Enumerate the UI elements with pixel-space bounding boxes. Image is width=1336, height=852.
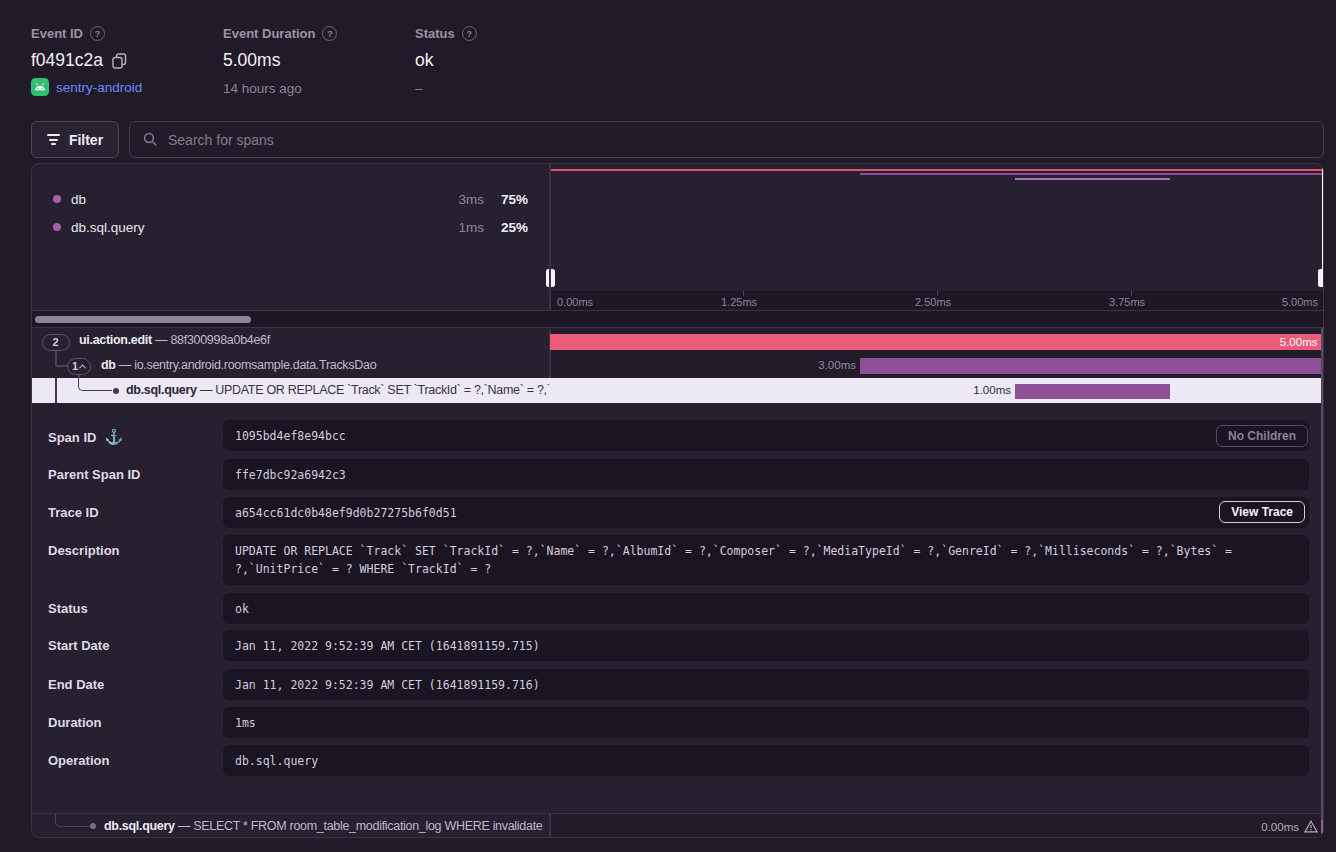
- legend-row[interactable]: db 3ms 75%: [32, 191, 528, 207]
- time-axis: 0.00ms 1.25ms 2.50ms 3.75ms 5.00ms: [549, 291, 1324, 311]
- span-children-badge[interactable]: 2: [42, 334, 70, 352]
- duration-value: 1ms: [223, 707, 1309, 738]
- status-sub: –: [415, 81, 423, 96]
- project-link[interactable]: sentry-android: [56, 80, 142, 95]
- filter-button[interactable]: Filter: [31, 121, 119, 158]
- parent-span-id-value: ffe7dbc92a6942c3: [223, 459, 1309, 490]
- legend-row[interactable]: db.sql.query 1ms 25%: [32, 219, 528, 235]
- anchor-icon[interactable]: ⚓: [104, 428, 123, 446]
- span-bar-purple[interactable]: [1015, 384, 1170, 399]
- span-row-db-sql-query-selected[interactable]: db.sql.query — UPDATE OR REPLACE `Track`…: [32, 378, 1324, 403]
- status-detail-value: ok: [223, 593, 1309, 624]
- event-id-label: Event ID?: [31, 26, 105, 41]
- span-children-badge[interactable]: 1: [67, 358, 91, 376]
- detail-row-operation: Operation db.sql.query: [32, 745, 1324, 776]
- operation-value: db.sql.query: [223, 745, 1309, 776]
- zero-duration-bar: [1321, 820, 1324, 833]
- minimap-span-purple: [860, 173, 1324, 176]
- detail-row-trace-id: Trace ID a654cc61dc0b48ef9d0b27275b6f0d5…: [32, 497, 1324, 528]
- detail-row-end-date: End Date Jan 11, 2022 9:52:39 AM CET (16…: [32, 669, 1324, 700]
- warning-icon: [1304, 820, 1318, 833]
- legend-dot: [53, 195, 61, 203]
- detail-row-parent-span-id: Parent Span ID ffe7dbc92a6942c3: [32, 459, 1324, 490]
- search-placeholder: Search for spans: [168, 132, 274, 148]
- detail-row-duration: Duration 1ms: [32, 707, 1324, 738]
- event-duration-block: Event Duration? 5.00ms 14 hours ago: [223, 26, 337, 41]
- start-date-value: Jan 11, 2022 9:52:39 AM CET (1641891159.…: [223, 630, 1309, 661]
- span-row-ui-action-edit[interactable]: 2 ui.action.edit — 88f300998a0b4e6f 5.00…: [32, 328, 1324, 353]
- event-id-block: Event ID? f0491c2a sentry-android: [31, 26, 105, 41]
- event-id-value: f0491c2a: [31, 50, 127, 71]
- trace-view: db 3ms 75% db.sql.query 1ms 25% 0.00ms 1…: [31, 163, 1324, 838]
- filter-icon: [47, 134, 60, 145]
- no-children-button[interactable]: No Children: [1216, 425, 1308, 447]
- chevron-up-icon: [79, 364, 86, 371]
- end-date-value: Jan 11, 2022 9:52:39 AM CET (1641891159.…: [223, 669, 1309, 700]
- detail-row-status: Status ok: [32, 593, 1324, 624]
- status-label: Status?: [415, 26, 477, 41]
- pane-divider[interactable]: [549, 164, 551, 311]
- span-row-db[interactable]: 1 db — io.sentry.android.roomsample.data…: [32, 353, 1324, 378]
- detail-row-start-date: Start Date Jan 11, 2022 9:52:39 AM CET (…: [32, 630, 1324, 661]
- horizontal-scrollbar-thumb[interactable]: [35, 316, 251, 323]
- trace-id-value: a654cc61dc0b48ef9d0b27275b6f0d51: [223, 497, 1309, 528]
- status-block: Status? ok –: [415, 26, 477, 41]
- help-icon[interactable]: ?: [90, 26, 105, 41]
- detail-row-description: Description UPDATE OR REPLACE `Track` SE…: [32, 535, 1324, 585]
- view-trace-button[interactable]: View Trace: [1219, 501, 1305, 523]
- span-bar-red[interactable]: 5.00ms: [550, 334, 1324, 350]
- legend-dot: [53, 223, 61, 231]
- search-icon: [143, 132, 158, 147]
- android-project-icon: [31, 78, 49, 96]
- span-duration-zero: 0.00ms: [1261, 814, 1318, 838]
- event-duration-ago: 14 hours ago: [223, 81, 302, 96]
- help-icon[interactable]: ?: [322, 26, 337, 41]
- event-duration-value: 5.00ms: [223, 50, 280, 71]
- span-bar-purple[interactable]: [860, 358, 1324, 374]
- status-value: ok: [415, 50, 433, 71]
- search-input[interactable]: Search for spans: [129, 121, 1324, 158]
- help-icon[interactable]: ?: [462, 26, 477, 41]
- detail-row-span-id: Span ID⚓ 1095bd4ef8e94bcc No Children: [32, 420, 1324, 451]
- horizontal-scrollbar: [32, 311, 1324, 328]
- minimap-span-lightpurple: [1015, 178, 1170, 181]
- minimap-span-red: [551, 169, 1324, 172]
- minimap-left-handle-grip[interactable]: [546, 269, 555, 287]
- description-value: UPDATE OR REPLACE `Track` SET `TrackId` …: [223, 535, 1309, 585]
- project-row: sentry-android: [31, 78, 142, 96]
- minimap-right-handle-grip[interactable]: [1318, 269, 1324, 287]
- event-duration-label: Event Duration?: [223, 26, 337, 41]
- vertical-scrollbar-thumb[interactable]: [1321, 328, 1324, 838]
- copy-icon[interactable]: [112, 53, 127, 69]
- span-row-select-query[interactable]: db.sql.query — SELECT * FROM room_table_…: [32, 813, 1324, 838]
- span-id-value: 1095bd4ef8e94bcc: [223, 420, 1309, 451]
- trace-page: Event ID? f0491c2a sentry-android Event …: [0, 0, 1336, 852]
